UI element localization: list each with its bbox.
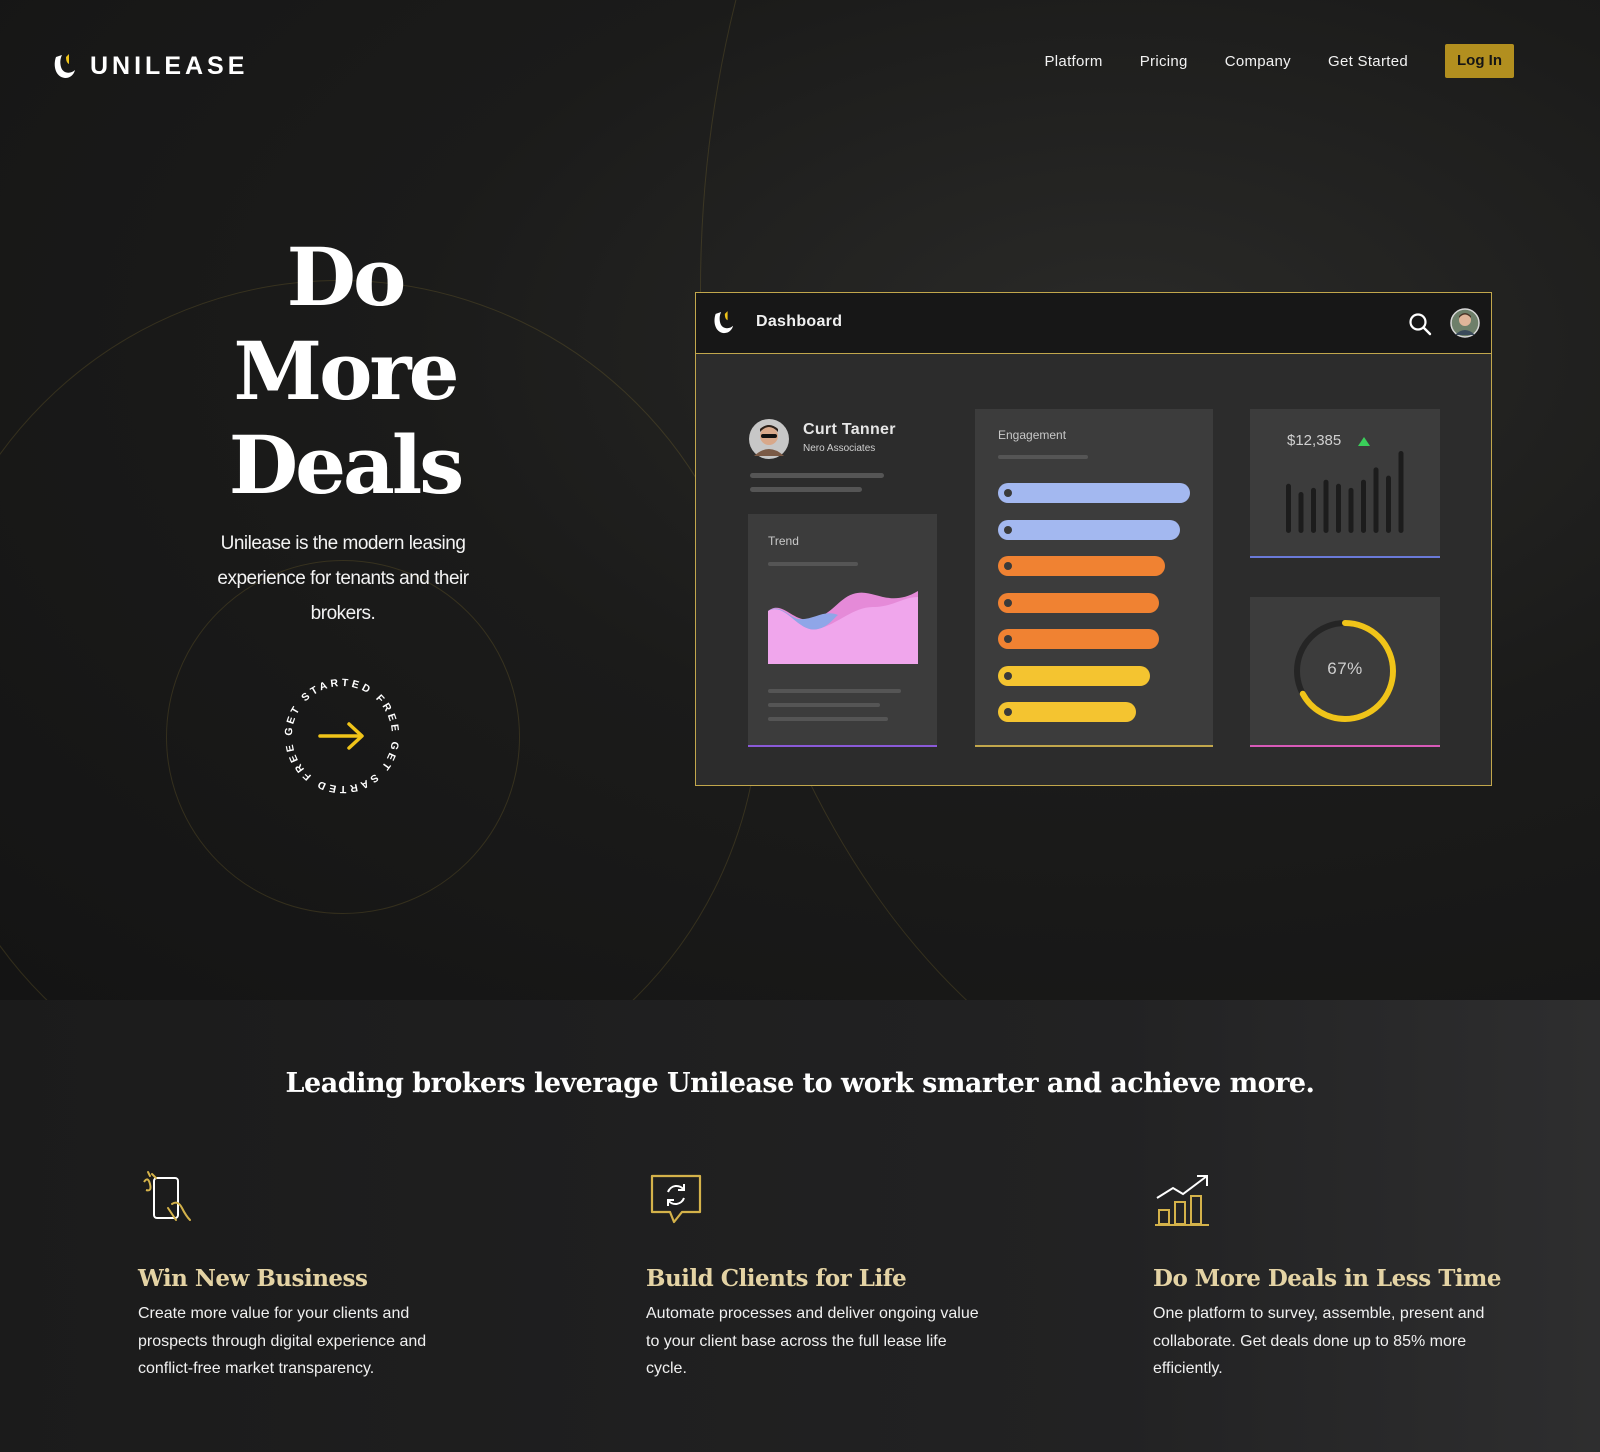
placeholder-line: [768, 717, 888, 721]
hero-subtext: Unilease is the modern leasing experienc…: [217, 533, 469, 624]
avatar[interactable]: [1450, 308, 1480, 338]
growth-chart-icon: [1155, 1175, 1209, 1226]
revenue-bar: [1361, 479, 1366, 533]
revenue-bar: [1336, 483, 1341, 533]
feature-desc: Create more value for your clients and p…: [138, 1305, 427, 1377]
bar-dot: [1004, 525, 1012, 534]
dashboard-logo-icon: [714, 311, 734, 334]
feature-title: Build Clients for Life: [646, 1265, 907, 1292]
brand-name: UNILEASE: [90, 52, 249, 80]
placeholder-line: [768, 689, 901, 693]
engagement-bar: [998, 483, 1190, 503]
unilease-logo-icon: [54, 53, 75, 78]
trend-label: Trend: [768, 534, 799, 548]
feature-card: Build Clients for Life Automate processe…: [646, 1170, 1026, 1383]
bar-dot: [1004, 562, 1012, 570]
revenue-bar: [1323, 479, 1329, 533]
revenue-bar: [1286, 483, 1291, 533]
feature-card: Win New Business Create more value for y…: [138, 1170, 518, 1383]
bar-dot: [1004, 708, 1012, 716]
search-icon[interactable]: [1408, 312, 1432, 336]
placeholder-line: [768, 703, 880, 707]
nav-links: Platform Pricing Company Get Started Log…: [1007, 44, 1514, 78]
revenue-bar-chart: [1286, 451, 1404, 533]
engagement-bar: [998, 629, 1159, 649]
engagement-bar: [998, 519, 1180, 540]
dashboard-preview: Dashboard Curt Tanner Nero Associates Tr…: [695, 292, 1492, 786]
user-avatar: [749, 419, 789, 459]
bar-dot: [1004, 671, 1012, 680]
dashboard-title: Dashboard: [756, 313, 843, 330]
cta-ring-text: GET STARTED FREE GET SARTED FREE: [283, 677, 398, 795]
dashboard-header: Dashboard: [696, 293, 1491, 354]
bar-dot: [1004, 598, 1012, 607]
trend-up-icon: [1358, 437, 1370, 446]
feature-desc: Automate processes and deliver ongoing v…: [646, 1305, 979, 1377]
top-nav: UNILEASE Platform Pricing Company Get St…: [0, 0, 1600, 130]
user-name: Curt Tanner: [803, 421, 896, 438]
hero-headline: Do More Deals: [170, 230, 520, 512]
headline-line: More: [233, 324, 460, 418]
revenue-bar: [1398, 451, 1404, 533]
engagement-bar: [998, 592, 1159, 613]
bar-dot: [1004, 635, 1012, 643]
revenue-bar: [1373, 467, 1379, 533]
hero-section: UNILEASE Platform Pricing Company Get St…: [0, 0, 1600, 1000]
engagement-bar: [998, 702, 1136, 722]
revenue-value: $12,385: [1287, 432, 1342, 449]
features-title: Leading brokers leverage Unilease to wor…: [285, 1068, 1315, 1099]
trend-area-chart: [768, 591, 918, 664]
engagement-bar: [998, 556, 1165, 576]
nav-link-pricing[interactable]: Pricing: [1140, 53, 1188, 70]
headline-line: Deals: [228, 418, 465, 512]
engagement-card: Engagement: [975, 409, 1213, 747]
user-company: Nero Associates: [803, 443, 876, 454]
revenue-card: $12,385: [1250, 409, 1440, 558]
feature-title: Win New Business: [138, 1265, 368, 1292]
feature-title: Do More Deals in Less Time: [1153, 1265, 1502, 1292]
revenue-bar: [1386, 475, 1391, 533]
get-started-cta-button[interactable]: GET STARTED FREE GET SARTED FREE: [277, 671, 407, 801]
revenue-bar: [1348, 487, 1354, 533]
headline-line: Do: [286, 230, 407, 324]
features-section: Leading brokers leverage Unilease to wor…: [0, 1000, 1600, 1452]
placeholder-line: [750, 473, 884, 478]
engagement-bar: [998, 665, 1150, 686]
nav-link-platform[interactable]: Platform: [1044, 53, 1102, 70]
trend-card: Trend: [748, 514, 937, 747]
nav-link-company[interactable]: Company: [1225, 53, 1291, 70]
progress-label: 67%: [1327, 659, 1363, 678]
revenue-bar: [1298, 492, 1304, 533]
login-button[interactable]: Log In: [1445, 44, 1514, 78]
progress-card: 67%: [1250, 597, 1440, 747]
nav-link-get-started[interactable]: Get Started: [1328, 53, 1408, 70]
placeholder-line: [768, 562, 858, 566]
feature-desc: One platform to survey, assemble, presen…: [1153, 1305, 1485, 1377]
chat-refresh-icon: [650, 1174, 702, 1224]
arrow-right-icon: [318, 722, 364, 750]
brand-logo[interactable]: UNILEASE: [52, 52, 248, 81]
bar-dot: [1004, 489, 1012, 497]
revenue-bar: [1311, 487, 1316, 533]
engagement-label: Engagement: [998, 428, 1067, 442]
touch-phone-icon: [143, 1171, 191, 1221]
placeholder-line: [750, 487, 862, 492]
feature-card: Do More Deals in Less Time One platform …: [1153, 1170, 1533, 1383]
placeholder-line: [998, 455, 1088, 459]
